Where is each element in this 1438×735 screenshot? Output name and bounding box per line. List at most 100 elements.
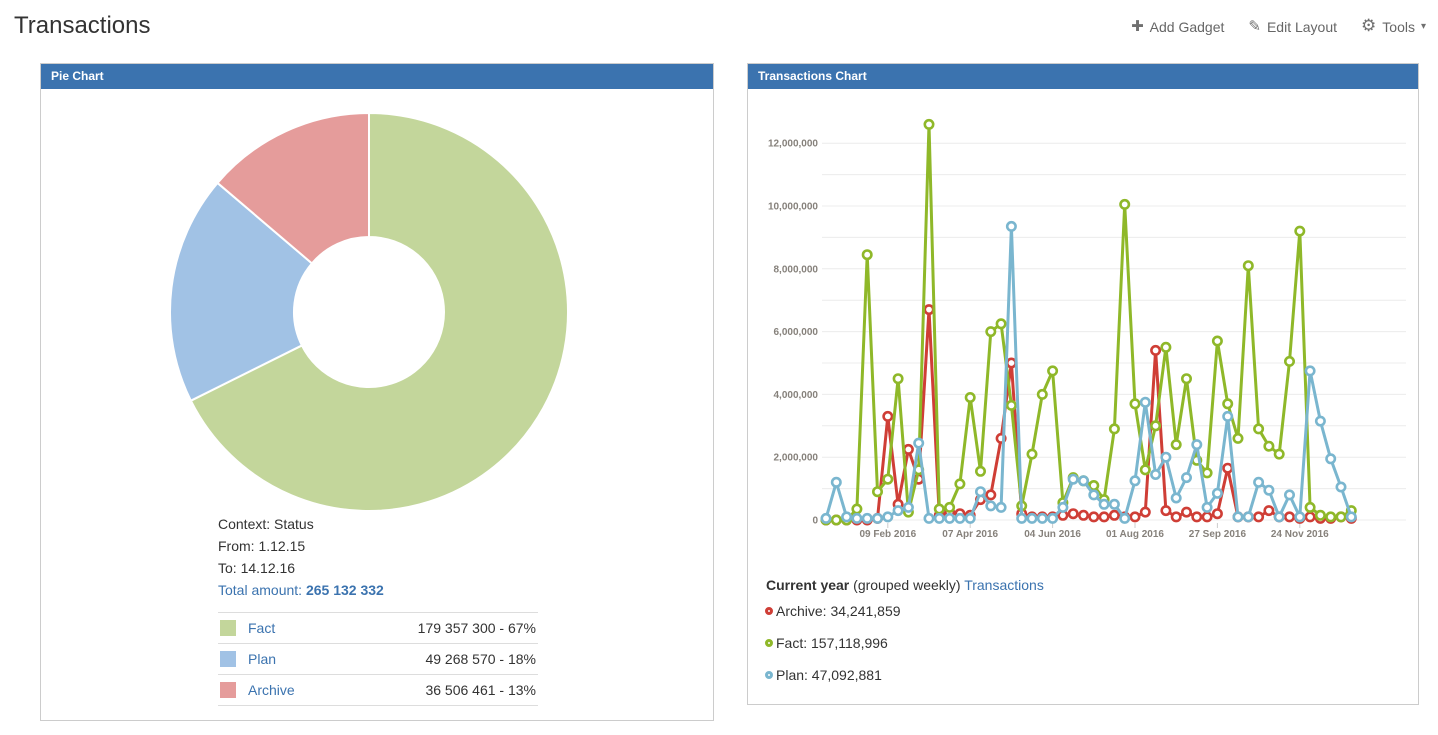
data-point-plan[interactable] <box>1018 514 1026 522</box>
data-point-fact[interactable] <box>1234 434 1242 442</box>
data-point-archive[interactable] <box>1090 513 1098 521</box>
data-point-archive[interactable] <box>1193 513 1201 521</box>
data-point-archive[interactable] <box>1182 508 1190 516</box>
data-point-plan[interactable] <box>1090 491 1098 499</box>
data-point-plan[interactable] <box>1306 367 1314 375</box>
data-point-plan[interactable] <box>1347 513 1355 521</box>
data-point-fact[interactable] <box>1038 390 1046 398</box>
data-point-archive[interactable] <box>1254 513 1262 521</box>
data-point-plan[interactable] <box>1285 491 1293 499</box>
data-point-plan[interactable] <box>1337 483 1345 491</box>
data-point-fact[interactable] <box>1337 513 1345 521</box>
data-point-plan[interactable] <box>1316 417 1324 425</box>
data-point-plan[interactable] <box>1265 486 1273 494</box>
data-point-fact[interactable] <box>1162 343 1170 351</box>
data-point-plan[interactable] <box>832 478 840 486</box>
data-point-archive[interactable] <box>1069 510 1077 518</box>
data-point-archive[interactable] <box>1203 513 1211 521</box>
data-point-fact[interactable] <box>966 393 974 401</box>
data-point-plan[interactable] <box>1141 398 1149 406</box>
data-point-plan[interactable] <box>1059 503 1067 511</box>
data-point-plan[interactable] <box>1327 455 1335 463</box>
data-point-plan[interactable] <box>822 514 830 522</box>
data-point-fact[interactable] <box>1224 400 1232 408</box>
data-point-plan[interactable] <box>976 488 984 496</box>
data-point-archive[interactable] <box>1172 513 1180 521</box>
data-point-fact[interactable] <box>1296 227 1304 235</box>
data-point-plan[interactable] <box>1048 514 1056 522</box>
legend-entry-archive[interactable]: Archive: 34,241,859 <box>765 603 901 619</box>
data-point-plan[interactable] <box>894 506 902 514</box>
data-point-archive[interactable] <box>1079 511 1087 519</box>
data-point-fact[interactable] <box>945 503 953 511</box>
data-point-fact[interactable] <box>976 467 984 475</box>
data-point-fact[interactable] <box>1285 357 1293 365</box>
legend-link-archive[interactable]: Archive <box>248 682 295 698</box>
data-point-fact[interactable] <box>1203 469 1211 477</box>
data-point-plan[interactable] <box>1079 477 1087 485</box>
data-point-fact[interactable] <box>863 251 871 259</box>
data-point-archive[interactable] <box>904 445 912 453</box>
data-point-fact[interactable] <box>1110 425 1118 433</box>
data-point-fact[interactable] <box>1244 262 1252 270</box>
data-point-archive[interactable] <box>1224 464 1232 472</box>
data-point-fact[interactable] <box>1306 503 1314 511</box>
data-point-plan[interactable] <box>1296 513 1304 521</box>
data-point-archive[interactable] <box>1151 346 1159 354</box>
data-point-plan[interactable] <box>1162 453 1170 461</box>
data-point-plan[interactable] <box>935 514 943 522</box>
data-point-plan[interactable] <box>956 514 964 522</box>
data-point-archive[interactable] <box>1110 511 1118 519</box>
data-point-plan[interactable] <box>1182 473 1190 481</box>
data-point-plan[interactable] <box>1151 470 1159 478</box>
data-point-archive[interactable] <box>987 491 995 499</box>
data-point-plan[interactable] <box>1131 477 1139 485</box>
data-point-plan[interactable] <box>1203 503 1211 511</box>
data-point-fact[interactable] <box>997 320 1005 328</box>
data-point-archive[interactable] <box>925 305 933 313</box>
data-point-plan[interactable] <box>925 514 933 522</box>
donut-chart[interactable] <box>41 89 713 519</box>
data-point-archive[interactable] <box>1141 508 1149 516</box>
data-point-plan[interactable] <box>1254 478 1262 486</box>
data-point-fact[interactable] <box>884 475 892 483</box>
add-gadget-button[interactable]: ✚ Add Gadget <box>1131 19 1224 35</box>
data-point-archive[interactable] <box>1306 513 1314 521</box>
data-point-fact[interactable] <box>894 375 902 383</box>
data-point-plan[interactable] <box>1100 500 1108 508</box>
data-point-plan[interactable] <box>1244 513 1252 521</box>
data-point-fact[interactable] <box>925 120 933 128</box>
data-point-fact[interactable] <box>1131 400 1139 408</box>
data-point-plan[interactable] <box>987 502 995 510</box>
data-point-plan[interactable] <box>853 514 861 522</box>
pie-gadget-header[interactable]: Pie Chart <box>41 64 713 89</box>
data-point-fact[interactable] <box>1265 442 1273 450</box>
data-point-plan[interactable] <box>884 513 892 521</box>
data-point-fact[interactable] <box>987 327 995 335</box>
data-point-plan[interactable] <box>1028 514 1036 522</box>
data-point-fact[interactable] <box>1254 425 1262 433</box>
data-point-fact[interactable] <box>1327 513 1335 521</box>
data-point-archive[interactable] <box>1100 513 1108 521</box>
data-point-fact[interactable] <box>1048 367 1056 375</box>
data-point-plan[interactable] <box>1038 514 1046 522</box>
data-point-plan[interactable] <box>863 514 871 522</box>
transactions-link[interactable]: Transactions <box>964 577 1044 593</box>
tools-menu-button[interactable]: ⚙ Tools ▾ <box>1361 18 1426 35</box>
data-point-plan[interactable] <box>915 439 923 447</box>
data-point-plan[interactable] <box>1110 500 1118 508</box>
data-point-fact[interactable] <box>1141 466 1149 474</box>
data-point-archive[interactable] <box>1007 359 1015 367</box>
data-point-fact[interactable] <box>1121 200 1129 208</box>
legend-link-plan[interactable]: Plan <box>248 651 276 667</box>
data-point-plan[interactable] <box>1172 494 1180 502</box>
data-point-plan[interactable] <box>1069 475 1077 483</box>
data-point-fact[interactable] <box>832 516 840 524</box>
legend-link-fact[interactable]: Fact <box>248 620 275 636</box>
data-point-plan[interactable] <box>1121 514 1129 522</box>
data-point-fact[interactable] <box>935 505 943 513</box>
data-point-plan[interactable] <box>966 514 974 522</box>
data-point-fact[interactable] <box>1172 440 1180 448</box>
data-point-fact[interactable] <box>1316 511 1324 519</box>
data-point-archive[interactable] <box>1285 513 1293 521</box>
